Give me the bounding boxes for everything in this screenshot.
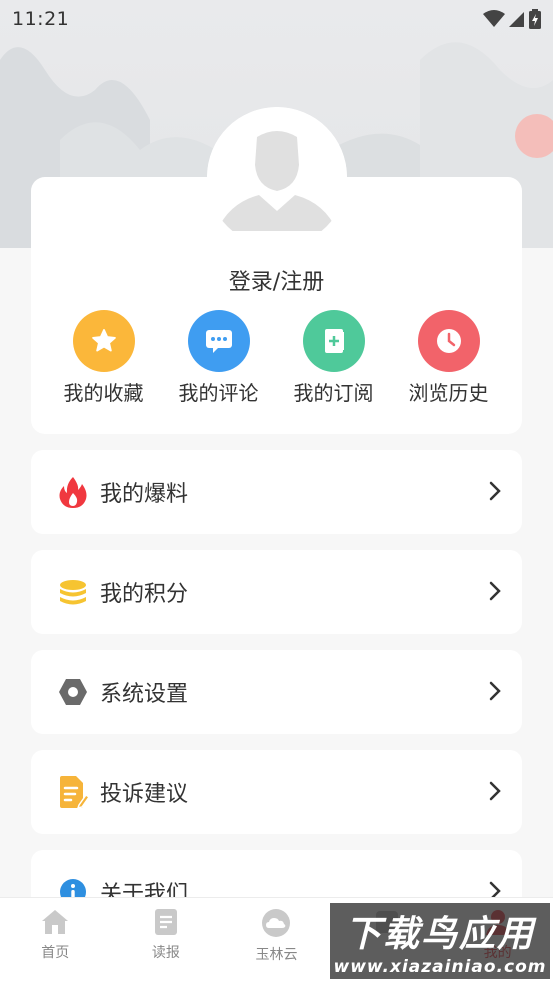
home-icon xyxy=(42,910,69,934)
settings-icon xyxy=(55,674,91,710)
watermark-logo: 下载鸟应用 www.xiazainiao.com xyxy=(330,903,550,979)
cloud-icon xyxy=(262,909,291,937)
quick-action-label: 我的订阅 xyxy=(293,381,374,405)
menu-item-label: 系统设置 xyxy=(100,682,189,707)
avatar[interactable] xyxy=(207,107,347,247)
menu-item-my-points[interactable]: 我的积分 xyxy=(31,550,522,634)
nav-label: 首页 xyxy=(41,945,70,961)
chevron-right-icon xyxy=(488,480,502,506)
quick-action-subscriptions[interactable]: 我的订阅 xyxy=(276,310,391,410)
star-icon xyxy=(72,310,135,372)
coins-icon xyxy=(55,574,91,610)
quick-action-favorites[interactable]: 我的收藏 xyxy=(46,310,161,410)
menu-item-settings[interactable]: 系统设置 xyxy=(31,650,522,734)
nav-tab-home[interactable]: 首页 xyxy=(0,898,111,983)
quick-actions: 我的收藏 我的评论 我的订阅 浏览历史 xyxy=(31,310,522,410)
status-time: 11:21 xyxy=(12,8,70,30)
watermark-url: www.xiazainiao.com xyxy=(333,957,547,977)
nav-tab-newspaper[interactable]: 读报 xyxy=(111,898,222,983)
wifi-icon xyxy=(483,10,505,27)
avatar-placeholder-icon xyxy=(207,107,347,247)
quick-action-label: 我的评论 xyxy=(178,381,259,405)
fire-icon xyxy=(55,474,91,510)
quick-action-label: 我的收藏 xyxy=(63,381,144,405)
login-register-link[interactable]: 登录/注册 xyxy=(31,264,522,296)
menu-item-feedback[interactable]: 投诉建议 xyxy=(31,750,522,834)
newspaper-icon xyxy=(154,909,177,935)
feedback-icon xyxy=(55,774,91,810)
signal-icon xyxy=(509,12,524,27)
clock-icon xyxy=(417,310,480,372)
comment-icon xyxy=(187,310,250,372)
menu-item-label: 我的爆料 xyxy=(100,482,189,507)
quick-action-history[interactable]: 浏览历史 xyxy=(391,310,506,410)
chevron-right-icon xyxy=(488,580,502,606)
menu-item-my-tips[interactable]: 我的爆料 xyxy=(31,450,522,534)
battery-icon xyxy=(529,9,541,29)
chevron-right-icon xyxy=(488,680,502,706)
menu-item-label: 投诉建议 xyxy=(100,782,189,807)
nav-tab-yulin-cloud[interactable]: 玉林云 xyxy=(221,898,332,983)
watermark-title: 下载鸟应用 xyxy=(344,914,535,955)
quick-action-comments[interactable]: 我的评论 xyxy=(161,310,276,410)
nav-label: 读报 xyxy=(151,945,180,961)
chevron-right-icon xyxy=(488,780,502,806)
menu-item-label: 我的积分 xyxy=(100,582,189,607)
status-icons xyxy=(483,9,541,29)
subscribe-icon xyxy=(302,310,365,372)
nav-label: 玉林云 xyxy=(255,947,298,963)
quick-action-label: 浏览历史 xyxy=(408,381,489,405)
status-bar: 11:21 xyxy=(0,0,553,38)
